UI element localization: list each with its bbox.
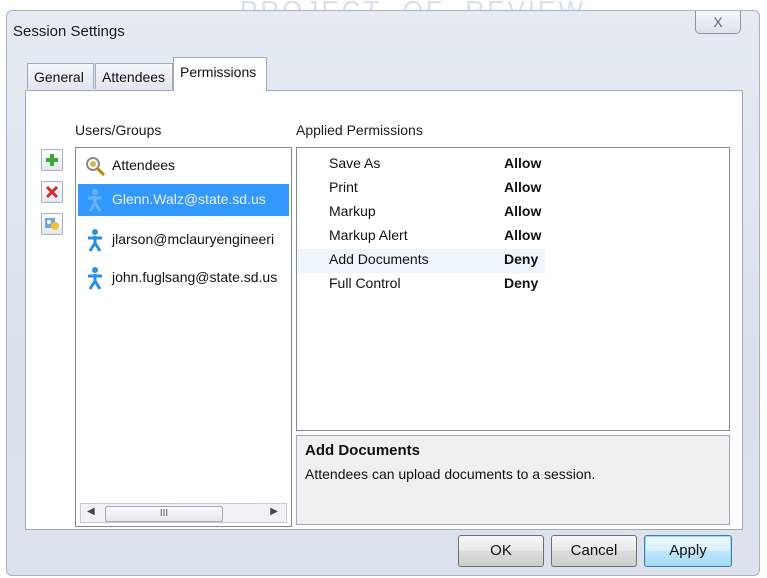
permission-name: Save As [329,155,381,171]
user-label: jlarson@mclauryengineeri [112,231,275,247]
user-label: Attendees [112,157,176,173]
users-groups-label: Users/Groups [75,122,162,138]
user-label: john.fuglsang@state.sd.us [112,269,278,285]
title-bar[interactable]: Session Settings X [7,11,759,51]
list-item[interactable]: Attendees [78,150,289,182]
scrollbar-thumb[interactable]: III [105,506,223,522]
person-icon [88,267,102,290]
permission-value[interactable]: Allow [504,155,541,171]
permission-name: Add Documents [329,251,429,267]
permission-row[interactable]: Markup Alert Allow [297,225,545,249]
permissions-panel: Users/Groups Applied Permissions Attende… [25,90,743,530]
close-icon: X [713,14,723,30]
red-x-icon [45,185,59,199]
list-item[interactable]: john.fuglsang@state.sd.us [78,262,289,294]
tab-permissions[interactable]: Permissions [173,57,267,91]
applied-permissions-label: Applied Permissions [296,122,423,138]
description-title: Add Documents [305,442,421,459]
tab-attendees[interactable]: Attendees [95,63,173,89]
tab-general[interactable]: General [27,63,94,89]
permission-value[interactable]: Allow [504,203,541,219]
permission-name: Markup [329,203,376,219]
window-title: Session Settings [13,23,125,40]
list-item[interactable]: Glenn.Walz@state.sd.us [78,184,289,216]
applied-permissions-list[interactable]: Save As Allow Print Allow Markup Allow M… [296,147,730,431]
permission-row[interactable]: Print Allow [297,177,545,201]
person-icon [88,229,102,252]
attendees-group-icon [86,157,106,177]
remove-user-button[interactable] [41,181,63,203]
close-button[interactable]: X [695,11,741,34]
apply-button[interactable]: Apply [644,535,732,567]
user-properties-button[interactable] [41,213,63,235]
scroll-right-icon[interactable]: ▶ [270,506,278,517]
permission-value[interactable]: Deny [504,251,538,267]
permission-row[interactable]: Full Control Deny [297,273,545,297]
permission-row[interactable]: Add Documents Deny [297,249,545,273]
permission-value[interactable]: Allow [504,179,541,195]
permission-name: Full Control [329,275,401,291]
user-properties-icon [45,218,59,230]
description-text: Attendees can upload documents to a sess… [305,466,596,482]
add-user-button[interactable] [41,149,63,171]
person-icon [88,189,102,212]
permission-row[interactable]: Save As Allow [297,153,545,177]
session-settings-dialog: Session Settings X General Attendees Per… [6,10,760,576]
cancel-button[interactable]: Cancel [551,535,637,567]
permission-name: Print [329,179,358,195]
scroll-left-icon[interactable]: ◀ [87,506,95,517]
list-item[interactable]: jlarson@mclauryengineeri [78,224,289,256]
permission-description: Add Documents Attendees can upload docum… [296,435,730,525]
permission-value[interactable]: Allow [504,227,541,243]
permission-value[interactable]: Deny [504,275,538,291]
permission-row[interactable]: Markup Allow [297,201,545,225]
plus-icon [46,154,58,166]
ok-button[interactable]: OK [458,535,544,567]
horizontal-scrollbar[interactable]: ◀ III ▶ [80,503,287,523]
users-groups-list[interactable]: Attendees Glenn.Walz@state.sd.us jlarson… [75,147,292,527]
permission-name: Markup Alert [329,227,408,243]
user-label: Glenn.Walz@state.sd.us [112,191,266,207]
